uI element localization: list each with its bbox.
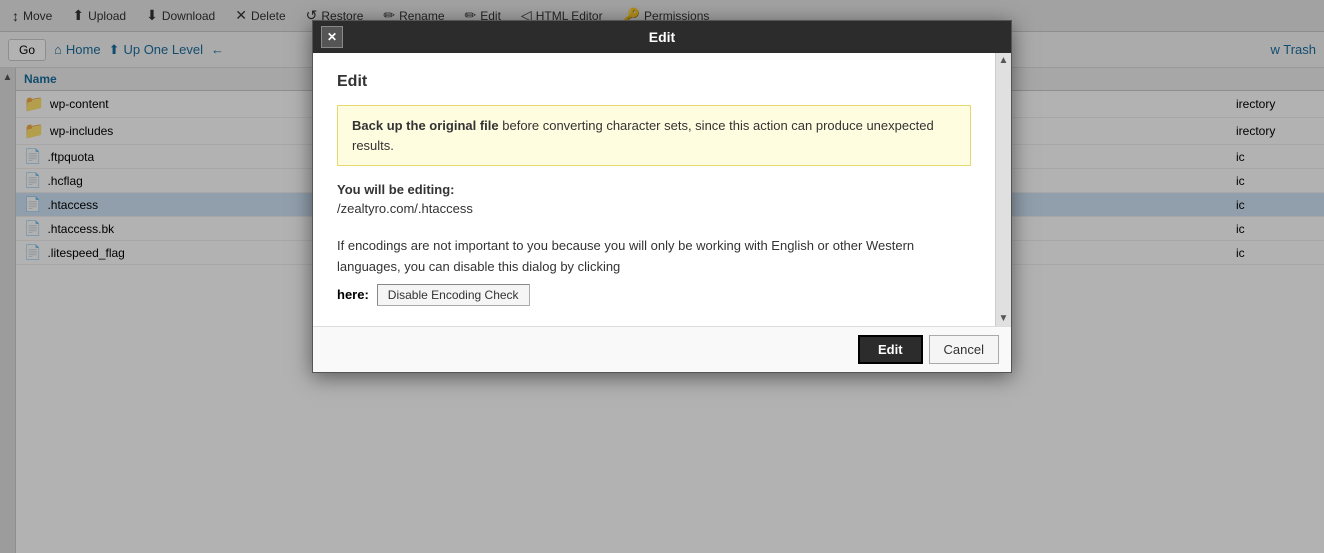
- here-label: here:: [337, 287, 369, 302]
- modal-edit-button[interactable]: Edit: [858, 335, 923, 364]
- close-icon: ✕: [327, 30, 337, 44]
- modal-titlebar: ✕ Edit: [313, 21, 1011, 53]
- editing-path: /zealtyro.com/.htaccess: [337, 201, 971, 216]
- warning-bold-text: Back up the original file: [352, 118, 499, 133]
- modal-scrollbar[interactable]: ▲ ▼: [995, 53, 1011, 326]
- modal-scroll-up-arrow[interactable]: ▲: [999, 55, 1009, 66]
- modal-heading: Edit: [337, 73, 971, 91]
- encoding-text: If encodings are not important to you be…: [337, 236, 971, 278]
- encoding-description: If encodings are not important to you be…: [337, 238, 914, 274]
- edit-modal: ✕ Edit Edit Back up the original file be…: [312, 20, 1012, 373]
- modal-close-button[interactable]: ✕: [321, 26, 343, 48]
- disable-encoding-check-button[interactable]: Disable Encoding Check: [377, 284, 530, 306]
- modal-overlay: ✕ Edit Edit Back up the original file be…: [0, 0, 1324, 553]
- warning-box: Back up the original file before convert…: [337, 105, 971, 166]
- modal-cancel-button[interactable]: Cancel: [929, 335, 999, 364]
- encoding-inline: here: Disable Encoding Check: [337, 284, 971, 306]
- modal-body-wrapper: Edit Back up the original file before co…: [313, 53, 1011, 326]
- modal-footer: Edit Cancel: [313, 326, 1011, 372]
- modal-title: Edit: [649, 29, 675, 45]
- modal-scroll-down-arrow[interactable]: ▼: [999, 313, 1009, 324]
- modal-body: Edit Back up the original file before co…: [313, 53, 995, 326]
- editing-label: You will be editing:: [337, 182, 971, 197]
